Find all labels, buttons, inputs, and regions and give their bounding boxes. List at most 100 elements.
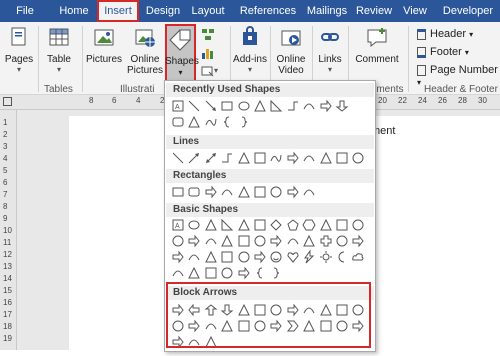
shape-round-same-icon[interactable] <box>286 185 300 199</box>
shape-smiley-icon[interactable] <box>269 250 283 264</box>
shape-block-arc-icon[interactable] <box>237 250 251 264</box>
shape-hexagon-icon[interactable] <box>302 218 316 232</box>
shape-donut-icon[interactable] <box>204 250 218 264</box>
shape-chord-icon[interactable] <box>220 234 234 248</box>
shape-right-arrow-icon[interactable] <box>319 99 333 113</box>
shape-right-triangle-icon[interactable] <box>269 99 283 113</box>
shape-curved-left-icon[interactable] <box>187 319 201 333</box>
shape-half-frame-icon[interactable] <box>269 234 283 248</box>
shape-lightning-icon[interactable] <box>302 249 316 264</box>
shape-l-shape-icon[interactable] <box>286 234 300 248</box>
tab-layout[interactable]: Layout <box>188 0 228 22</box>
shape-right-triangle-icon[interactable] <box>220 218 234 232</box>
shape-elbow-double-icon[interactable] <box>253 151 267 165</box>
tab-review[interactable]: Review <box>353 0 395 22</box>
vertical-ruler[interactable]: 1 2 3 4 5 6 7 8 9 10 11 12 13 14 15 16 1… <box>0 110 17 350</box>
shape-down-arrow-icon[interactable] <box>335 99 349 113</box>
shape-rounded-rect-icon[interactable] <box>187 185 201 199</box>
tab-insert[interactable]: Insert <box>97 0 139 22</box>
tab-mailings[interactable]: Mailings <box>302 0 352 22</box>
shape-down-arrow-icon[interactable] <box>220 303 234 317</box>
shape-heart-icon[interactable] <box>286 250 300 264</box>
chart-icon[interactable] <box>201 46 215 60</box>
shape-curve-arrow-icon[interactable] <box>286 151 300 165</box>
shape-parallelogram-icon[interactable] <box>237 218 251 232</box>
shape-arc-icon[interactable] <box>171 266 185 280</box>
shape-snip-diag-icon[interactable] <box>237 185 251 199</box>
shape-rectangle-icon[interactable] <box>220 99 234 113</box>
addins-button[interactable]: Add-ins ▾ <box>233 26 267 74</box>
shape-elbow-arrow-icon[interactable] <box>237 151 251 165</box>
shape-notched-right-icon[interactable] <box>253 319 267 333</box>
shape-chevron-icon[interactable] <box>286 319 300 333</box>
tab-home[interactable]: Home <box>56 0 92 22</box>
tab-selector-icon[interactable] <box>3 97 12 106</box>
shape-down-callout-icon[interactable] <box>319 319 333 333</box>
shape-freeform-icon[interactable] <box>319 151 333 165</box>
shape-moon-icon[interactable] <box>335 250 349 264</box>
shape-snip-round-icon[interactable] <box>253 185 267 199</box>
footer-button[interactable]: Footer ▾ <box>417 46 469 58</box>
shape-bent-up-arrow-icon[interactable] <box>351 303 365 317</box>
shape-can-icon[interactable] <box>351 234 365 248</box>
shape-curved-up-icon[interactable] <box>204 319 218 333</box>
shape-right-brace-icon[interactable] <box>269 266 283 280</box>
shape-striped-right-icon[interactable] <box>237 319 251 333</box>
shape-triangle-icon[interactable] <box>253 99 267 113</box>
table-button[interactable]: Table ▾ <box>42 26 76 74</box>
shape-plaque-icon[interactable] <box>335 234 349 248</box>
shape-diagonal-stripe-icon[interactable] <box>302 234 316 248</box>
shape-quad-callout-icon[interactable] <box>187 335 201 349</box>
shape-up-down-arrow-icon[interactable] <box>253 303 267 317</box>
tab-developer[interactable]: Developer <box>438 0 498 22</box>
links-button[interactable]: Links ▾ <box>315 26 345 74</box>
shape-left-brace-icon[interactable] <box>253 266 267 280</box>
shape-u-turn-arrow-icon[interactable] <box>319 303 333 317</box>
shape-trapezoid-icon[interactable] <box>253 218 267 232</box>
shape-teardrop-icon[interactable] <box>237 234 251 248</box>
shape-round-single-icon[interactable] <box>269 185 283 199</box>
smartart-icon[interactable] <box>201 28 215 42</box>
shape-left-brace-icon[interactable] <box>220 115 234 129</box>
shape-freehand-icon[interactable] <box>351 151 365 165</box>
shape-heptagon-icon[interactable] <box>319 218 333 232</box>
shape-pie-icon[interactable] <box>204 234 218 248</box>
tab-design[interactable]: Design <box>143 0 183 22</box>
shape-left-arrow-icon[interactable] <box>187 303 201 317</box>
shape-right-bracket-icon[interactable] <box>237 266 251 280</box>
shape-curve-double-icon[interactable] <box>302 151 316 165</box>
shape-cube-icon[interactable] <box>171 250 185 264</box>
comment-button[interactable]: Comment <box>351 26 403 65</box>
shape-quad-arrow-icon[interactable] <box>269 303 283 317</box>
screenshot-icon[interactable] <box>201 66 215 78</box>
shape-12-gon-2-icon[interactable] <box>187 234 201 248</box>
shape-sun-icon[interactable] <box>319 250 333 264</box>
shape-folded-corner-icon[interactable] <box>253 250 267 264</box>
shape-right-brace-icon[interactable] <box>237 115 251 129</box>
tab-file[interactable]: File <box>8 0 42 22</box>
shape-frame-icon[interactable] <box>253 234 267 248</box>
shape-line-icon[interactable] <box>187 99 201 113</box>
shape-left-right-up-arrow-icon[interactable] <box>286 303 300 317</box>
shape-left-up-arrow-icon[interactable] <box>335 303 349 317</box>
shape-curved-right-icon[interactable] <box>171 319 185 333</box>
shape-left-right-arrow-icon[interactable] <box>237 303 251 317</box>
shape-oval-icon[interactable] <box>237 99 251 113</box>
shape-triangle-2-icon[interactable] <box>187 115 201 129</box>
shape-decagon-icon[interactable] <box>351 218 365 232</box>
shape-scribble-icon[interactable] <box>335 151 349 165</box>
shape-text-box-icon[interactable]: A <box>171 218 185 232</box>
tab-view[interactable]: View <box>398 0 432 22</box>
shape-bent-arrow-icon[interactable] <box>302 303 316 317</box>
shape-pentagon-arrow-icon[interactable] <box>269 319 283 333</box>
shape-elbow-icon[interactable] <box>220 151 234 165</box>
shape-left-callout-icon[interactable] <box>335 319 349 333</box>
shape-cross-icon[interactable] <box>319 234 333 248</box>
shape-no-symbol-icon[interactable] <box>220 250 234 264</box>
shape-right-callout-icon[interactable] <box>302 319 316 333</box>
shape-circular-arrow-icon[interactable] <box>204 335 218 349</box>
shape-triangle-icon[interactable] <box>204 218 218 232</box>
shape-curve-icon[interactable] <box>269 151 283 165</box>
shape-line-icon[interactable] <box>171 151 185 165</box>
shape-left-bracket-icon[interactable] <box>220 266 234 280</box>
